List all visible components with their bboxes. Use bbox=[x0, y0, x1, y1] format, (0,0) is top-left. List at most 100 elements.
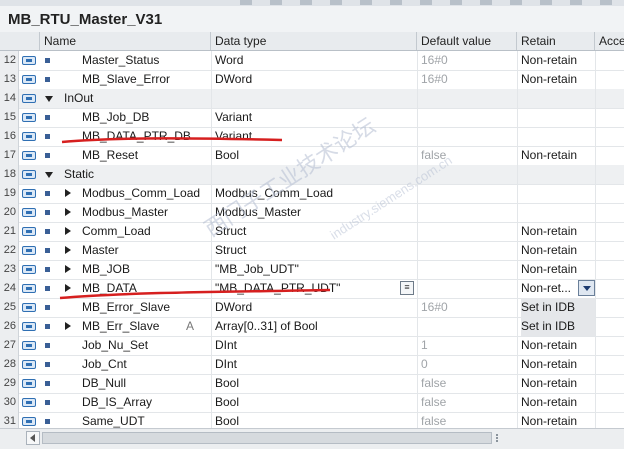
toolbar-button[interactable] bbox=[480, 0, 492, 5]
retain-dropdown-button[interactable] bbox=[578, 280, 595, 296]
default-value[interactable] bbox=[421, 317, 513, 336]
retain-value[interactable]: Set in IDB bbox=[521, 317, 595, 336]
expand-arrow-icon[interactable] bbox=[65, 208, 71, 216]
header-accessible[interactable]: Acce bbox=[595, 32, 624, 50]
variable-name[interactable]: Comm_Load bbox=[82, 222, 210, 241]
variable-name[interactable]: Modbus_Master bbox=[82, 203, 210, 222]
default-value[interactable]: false bbox=[421, 146, 513, 165]
retain-value[interactable]: Non-retain bbox=[521, 241, 595, 260]
table-row[interactable]: 22 Master Struct Non-retain bbox=[0, 241, 624, 261]
data-type[interactable]: DInt bbox=[215, 355, 415, 374]
collapse-arrow-icon[interactable] bbox=[45, 96, 53, 102]
toolbar-button[interactable] bbox=[600, 0, 612, 5]
table-row[interactable]: 16 MB_DATA_PTR_DB Variant bbox=[0, 127, 624, 147]
table-row[interactable]: 12 Master_Status Word 16#0 Non-retain bbox=[0, 51, 624, 71]
retain-value[interactable] bbox=[521, 108, 595, 127]
toolbar-button[interactable] bbox=[420, 0, 432, 5]
expand-arrow-icon[interactable] bbox=[65, 322, 71, 330]
variable-name[interactable]: DB_IS_Array bbox=[82, 393, 210, 412]
variable-name[interactable]: MB_DATA_PTR_DB bbox=[82, 127, 210, 146]
header-retain[interactable]: Retain bbox=[517, 32, 595, 50]
toolbar-button[interactable] bbox=[450, 0, 462, 5]
table-row[interactable]: 23 MB_JOB "MB_Job_UDT" Non-retain bbox=[0, 260, 624, 280]
expand-arrow-icon[interactable] bbox=[65, 265, 71, 273]
variable-name[interactable]: Job_Nu_Set bbox=[82, 336, 210, 355]
variable-name[interactable]: Modbus_Comm_Load bbox=[82, 184, 210, 203]
table-row[interactable]: 18 Static bbox=[0, 165, 624, 185]
default-value[interactable]: false bbox=[421, 393, 513, 412]
data-type[interactable]: Variant bbox=[215, 108, 415, 127]
variable-name[interactable]: MB_Slave_Error bbox=[82, 70, 210, 89]
toolbar-button[interactable] bbox=[510, 0, 522, 5]
table-row[interactable]: 17 MB_Reset Bool false Non-retain bbox=[0, 146, 624, 166]
default-value[interactable] bbox=[421, 222, 513, 241]
toolbar-button[interactable] bbox=[390, 0, 402, 5]
table-row[interactable]: 13 MB_Slave_Error DWord 16#0 Non-retain bbox=[0, 70, 624, 90]
retain-value[interactable] bbox=[521, 165, 595, 184]
retain-value[interactable] bbox=[521, 127, 595, 146]
table-row[interactable]: 26 MB_Err_Slave Array[0..31] of Bool Set in… bbox=[0, 317, 624, 337]
table-row[interactable]: 29 DB_Null Bool false Non-retain bbox=[0, 374, 624, 394]
toolbar-button[interactable] bbox=[360, 0, 372, 5]
data-type[interactable]: Modbus_Master bbox=[215, 203, 415, 222]
default-value[interactable]: 0 bbox=[421, 355, 513, 374]
table-row[interactable]: 28 Job_Cnt DInt 0 Non-retain bbox=[0, 355, 624, 375]
variable-name[interactable]: Master_Status bbox=[82, 51, 210, 70]
expand-arrow-icon[interactable] bbox=[65, 284, 71, 292]
table-row[interactable]: 14 InOut bbox=[0, 89, 624, 109]
data-type[interactable]: "MB_DATA_PTR_UDT" bbox=[215, 279, 415, 298]
toolbar-button[interactable] bbox=[240, 0, 252, 5]
default-value[interactable] bbox=[421, 165, 513, 184]
data-type[interactable]: DInt bbox=[215, 336, 415, 355]
data-type[interactable]: Struct bbox=[215, 222, 415, 241]
variable-name[interactable]: MB_DATA bbox=[82, 279, 210, 298]
collapse-arrow-icon[interactable] bbox=[45, 172, 53, 178]
scroll-left-button[interactable] bbox=[26, 431, 40, 445]
default-value[interactable] bbox=[421, 184, 513, 203]
section-name[interactable]: Static bbox=[64, 165, 192, 184]
default-value[interactable]: 1 bbox=[421, 336, 513, 355]
retain-value[interactable]: Non-retain bbox=[521, 70, 595, 89]
variable-name[interactable]: MB_Job_DB bbox=[82, 108, 210, 127]
default-value[interactable] bbox=[421, 108, 513, 127]
retain-value[interactable] bbox=[521, 203, 595, 222]
header-default-value[interactable]: Default value bbox=[417, 32, 517, 50]
header-data-type[interactable]: Data type bbox=[211, 32, 417, 50]
default-value[interactable]: 16#0 bbox=[421, 298, 513, 317]
table-row[interactable]: 30 DB_IS_Array Bool false Non-retain bbox=[0, 393, 624, 413]
horizontal-scrollbar[interactable] bbox=[0, 428, 624, 449]
expand-arrow-icon[interactable] bbox=[65, 246, 71, 254]
table-row[interactable]: 20 Modbus_Master Modbus_Master bbox=[0, 203, 624, 223]
data-type[interactable]: "MB_Job_UDT" bbox=[215, 260, 415, 279]
expand-arrow-icon[interactable] bbox=[65, 189, 71, 197]
expand-arrow-icon[interactable] bbox=[65, 227, 71, 235]
variable-name[interactable]: DB_Null bbox=[82, 374, 210, 393]
data-type[interactable]: Bool bbox=[215, 393, 415, 412]
retain-value[interactable]: Non-retain bbox=[521, 355, 595, 374]
toolbar-button[interactable] bbox=[330, 0, 342, 5]
data-type[interactable]: DWord bbox=[215, 70, 415, 89]
variable-name[interactable]: Master bbox=[82, 241, 210, 260]
scroll-thumb[interactable] bbox=[42, 432, 492, 444]
table-row[interactable]: 25 MB_Error_Slave DWord 16#0 Set in IDB bbox=[0, 298, 624, 318]
data-type[interactable]: Array[0..31] of Bool bbox=[215, 317, 415, 336]
retain-value[interactable]: Non-retain bbox=[521, 222, 595, 241]
default-value[interactable] bbox=[421, 203, 513, 222]
toolbar-button[interactable] bbox=[300, 0, 312, 5]
default-value[interactable]: false bbox=[421, 374, 513, 393]
table-row[interactable]: 15 MB_Job_DB Variant bbox=[0, 108, 624, 128]
header-name[interactable]: Name bbox=[40, 32, 211, 50]
default-value[interactable]: 16#0 bbox=[421, 70, 513, 89]
data-type[interactable]: Word bbox=[215, 51, 415, 70]
data-type[interactable]: Bool bbox=[215, 374, 415, 393]
table-row[interactable]: 19 Modbus_Comm_Load Modbus_Comm_Load bbox=[0, 184, 624, 204]
retain-value[interactable]: Non-retain bbox=[521, 146, 595, 165]
data-type[interactable]: Variant bbox=[215, 127, 415, 146]
retain-value[interactable] bbox=[521, 89, 595, 108]
toolbar-button[interactable] bbox=[270, 0, 282, 5]
data-type[interactable]: Struct bbox=[215, 241, 415, 260]
data-type[interactable]: Modbus_Comm_Load bbox=[215, 184, 415, 203]
table-row[interactable]: 24 MB_DATA "MB_DATA_PTR_UDT" Non-ret... ≡ bbox=[0, 279, 624, 299]
retain-value[interactable]: Non-retain bbox=[521, 51, 595, 70]
default-value[interactable] bbox=[421, 89, 513, 108]
